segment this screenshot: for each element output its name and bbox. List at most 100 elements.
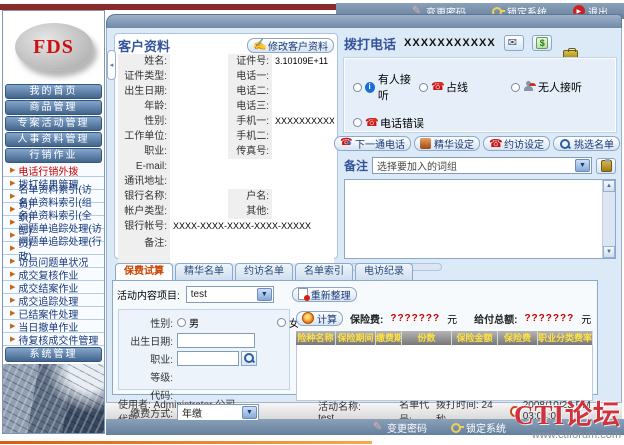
tab[interactable]: 电访纪录: [355, 263, 413, 280]
premium-input-form: 性别: 男 女 出生日期:: [118, 309, 290, 390]
dial-action-button[interactable]: 挑选名单: [553, 136, 620, 151]
premium-label: 保险费:: [350, 311, 383, 326]
worklist-tabs-panel: 保费试算 精华名单 约访名单 名单索引 电访纪录 活动内容项目: test 重新…: [112, 263, 598, 395]
activity-select[interactable]: test: [186, 286, 274, 303]
customer-row: 银行帐号: XXXX-XXXX-XXXX-XXXX-XXXXX: [118, 219, 334, 234]
occupation-input[interactable]: [177, 351, 239, 366]
customer-row: 备注:: [118, 234, 334, 264]
field-value: [170, 69, 228, 85]
premium-table-header: 险种名称 保险期间 缴费期间 份数 保险金额 保险费 职业分类费率: [296, 331, 593, 345]
triangle-icon: [10, 257, 15, 265]
tab[interactable]: 名单索引: [295, 263, 353, 280]
field-value: [170, 84, 228, 100]
sidebar-nav-button[interactable]: 商品管理: [5, 100, 102, 115]
sidebar-nav-button[interactable]: 人事资料管理: [5, 132, 102, 147]
memo-scrollbar[interactable]: [602, 180, 615, 258]
refresh-icon: [298, 288, 308, 300]
customer-info-panel: 客户资料 修改客户资料 姓名: 证件号: 3.10109E+11 证件类型: 电…: [114, 33, 338, 259]
calculate-button[interactable]: 计算: [296, 311, 343, 326]
sidebar-nav-button[interactable]: 行销作业: [5, 148, 102, 163]
radio-button[interactable]: [353, 83, 362, 92]
appointment-icon: [489, 138, 501, 150]
customer-row: 工作单位: 手机二:: [118, 129, 334, 144]
sidebar-nav-button[interactable]: 系统管理: [5, 347, 102, 362]
customer-row: 帐户类型: 其他:: [118, 204, 334, 219]
field-value: [170, 129, 228, 145]
memo-textarea[interactable]: [344, 179, 616, 259]
premium-trial-tab-content: 活动内容项目: test 重新整理 性别: 男: [112, 280, 598, 395]
logo-box: FDS: [3, 11, 104, 83]
birth-date-input[interactable]: [177, 333, 255, 348]
dial-action-button[interactable]: 精华设定: [414, 136, 480, 151]
paste-phrase-button[interactable]: [596, 158, 616, 174]
edit-customer-button[interactable]: 修改客户资料: [247, 38, 334, 53]
activity-label: 活动内容项目:: [117, 287, 180, 302]
call-result-option-label: 电话错误: [380, 115, 424, 131]
radio-button[interactable]: [353, 118, 362, 127]
field-label: 证件号:: [228, 54, 272, 70]
occupation-lookup-button[interactable]: [241, 351, 257, 366]
bottombar-link[interactable]: 锁定系统: [451, 420, 506, 435]
field-label: 户名:: [228, 189, 272, 205]
radio-button[interactable]: [419, 83, 428, 92]
sidebar-main-nav: 我的首页 商品管理 专案活动管理 人事资料管理 行销作业: [3, 83, 104, 164]
bottom-accent-line: [0, 441, 372, 444]
tab[interactable]: 精华名单: [175, 263, 233, 280]
sidebar-collapse-handle[interactable]: ◂: [107, 50, 116, 80]
field-label: 电话三:: [228, 99, 272, 115]
call-result-option-label: 占线: [446, 79, 468, 95]
radio-button[interactable]: [277, 318, 286, 327]
customer-memo-value: [170, 234, 334, 264]
sidebar-nav-button[interactable]: 我的首页: [5, 84, 102, 99]
radio-button[interactable]: [511, 83, 520, 92]
call-result-option[interactable]: 占线: [419, 71, 511, 104]
scroll-down-icon[interactable]: [603, 246, 615, 258]
triangle-icon: [10, 179, 15, 187]
field-value: 3.10109E+11: [272, 54, 334, 70]
chevron-down-icon[interactable]: [242, 406, 257, 419]
payment-method-select[interactable]: 年缴: [177, 404, 259, 421]
dial-action-button[interactable]: 下一通电话: [334, 136, 411, 151]
pencil-icon: [372, 421, 384, 433]
table-column-header: 险种名称: [296, 331, 336, 345]
field-value: [272, 189, 334, 205]
radio-button[interactable]: [177, 318, 186, 327]
tab[interactable]: 保费试算: [115, 263, 173, 280]
gender-male-option[interactable]: 男: [177, 315, 269, 330]
customer-field-rows: 姓名: 证件号: 3.10109E+11 证件类型: 电话一: 出生日期: 电话…: [118, 54, 334, 159]
dial-action-button-label: 约访设定: [504, 136, 544, 151]
refresh-button[interactable]: 重新整理: [292, 287, 357, 302]
call-result-option[interactable]: 无人接听: [511, 71, 582, 104]
sidebar-nav-button[interactable]: 专案活动管理: [5, 116, 102, 131]
send-message-button[interactable]: [504, 35, 524, 51]
dial-action-button[interactable]: 约访设定: [483, 136, 550, 151]
key-icon: [451, 421, 463, 433]
chevron-down-icon[interactable]: [257, 288, 272, 301]
bottombar-link[interactable]: 变更密码: [372, 420, 427, 435]
sidebar-sub-item[interactable]: 待复核成交件管理: [3, 333, 104, 346]
fds-logo: FDS: [15, 23, 93, 71]
field-value: [170, 99, 228, 115]
tab-bar: 保费试算 精华名单 约访名单 名单索引 电访纪录: [112, 263, 598, 280]
sidebar-bottom-nav: 系统管理: [3, 346, 104, 363]
customer-row: 年龄: 电话三:: [118, 99, 334, 114]
bottom-bar: 变更密码 锁定系统: [106, 419, 624, 435]
next-call-icon: [340, 138, 352, 150]
billing-button[interactable]: [532, 35, 552, 51]
chevron-down-icon[interactable]: [575, 159, 590, 172]
clock-icon: [510, 406, 520, 417]
scroll-up-icon[interactable]: [603, 180, 615, 192]
field-label: 证件类型:: [118, 69, 170, 85]
call-result-option[interactable]: 电话错误: [353, 115, 424, 132]
field-label: 性别:: [118, 114, 170, 130]
gender-male-label: 男: [189, 315, 199, 330]
field-value: [170, 189, 228, 205]
table-column-header: 职业分类费率: [538, 331, 593, 345]
edit-customer-button-label: 修改客户资料: [268, 38, 328, 53]
phrase-select[interactable]: 选择要加入的词组: [372, 157, 592, 174]
field-value: [272, 144, 334, 160]
tab[interactable]: 约访名单: [235, 263, 293, 280]
money-icon: [536, 37, 548, 49]
triangle-icon: [10, 244, 15, 252]
call-result-option[interactable]: 有人接听: [353, 71, 419, 104]
